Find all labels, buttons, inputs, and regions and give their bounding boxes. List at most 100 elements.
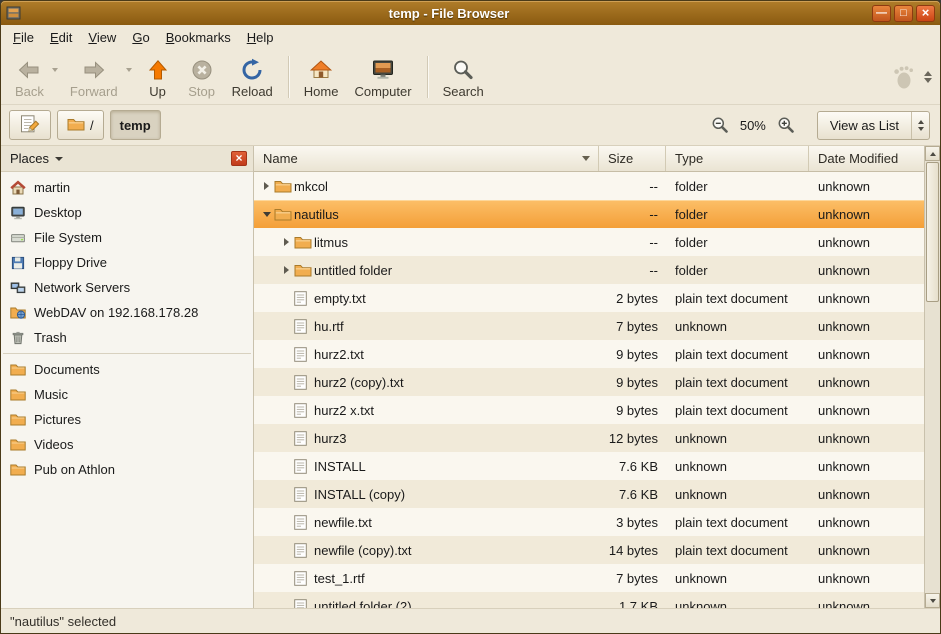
text-file-icon xyxy=(293,431,314,446)
column-header-size[interactable]: Size xyxy=(599,146,666,171)
sidebar-item-documents[interactable]: Documents xyxy=(1,357,253,382)
toolbar-overflow-icon[interactable] xyxy=(922,69,934,85)
folder-icon xyxy=(10,362,27,378)
zoom-in-button[interactable] xyxy=(775,114,797,136)
sidebar-item-floppy-drive[interactable]: Floppy Drive xyxy=(1,250,253,275)
folder-icon xyxy=(293,235,314,249)
minimize-button[interactable]: — xyxy=(872,5,891,22)
menu-item-go[interactable]: Go xyxy=(124,27,157,48)
type-cell: unknown xyxy=(666,452,809,480)
reload-icon xyxy=(240,57,264,83)
places-selector[interactable]: Places xyxy=(7,151,63,166)
path-root-label: / xyxy=(90,118,94,133)
file-row-newfile-copy-txt[interactable]: newfile (copy).txt14 bytesplain text doc… xyxy=(254,536,924,564)
size-cell: -- xyxy=(599,172,666,200)
column-header-name[interactable]: Name xyxy=(254,146,599,171)
scrollbar-thumb[interactable] xyxy=(926,162,939,302)
sidebar-item-martin[interactable]: martin xyxy=(1,175,253,200)
path-current-button[interactable]: temp xyxy=(110,110,161,140)
menu-item-view[interactable]: View xyxy=(80,27,124,48)
menu-item-bookmarks[interactable]: Bookmarks xyxy=(158,27,239,48)
computer-button[interactable]: Computer xyxy=(346,53,419,101)
file-row-newfile-txt[interactable]: newfile.txt3 bytesplain text documentunk… xyxy=(254,508,924,536)
scroll-down-button[interactable] xyxy=(925,593,940,608)
menu-item-file[interactable]: File xyxy=(5,27,42,48)
file-row-untitled-folder[interactable]: untitled folder--folderunknown xyxy=(254,256,924,284)
window-icon xyxy=(6,6,26,20)
date-modified-cell: unknown xyxy=(809,256,924,284)
scroll-up-button[interactable] xyxy=(925,146,940,161)
column-header-type[interactable]: Type xyxy=(666,146,809,171)
file-row-hurz2-txt[interactable]: hurz2.txt9 bytesplain text documentunkno… xyxy=(254,340,924,368)
search-button[interactable]: Search xyxy=(435,53,492,101)
date-modified-cell: unknown xyxy=(809,340,924,368)
type-cell: unknown xyxy=(666,424,809,452)
expander-icon[interactable] xyxy=(260,182,273,190)
column-header-date-modified[interactable]: Date Modified xyxy=(809,146,924,171)
expander-icon[interactable] xyxy=(280,238,293,246)
location-bar: / temp 50% View as List xyxy=(1,105,940,146)
size-cell: 1.7 KB xyxy=(599,592,666,608)
reload-button[interactable]: Reload xyxy=(224,53,281,101)
folder-icon xyxy=(10,462,27,478)
expander-icon[interactable] xyxy=(260,212,273,217)
file-row-mkcol[interactable]: mkcol--folderunknown xyxy=(254,172,924,200)
file-row-empty-txt[interactable]: empty.txt2 bytesplain text documentunkno… xyxy=(254,284,924,312)
date-modified-cell: unknown xyxy=(809,368,924,396)
view-mode-select[interactable]: View as List xyxy=(817,111,930,140)
zoom-out-button[interactable] xyxy=(709,114,731,136)
home-icon xyxy=(10,180,27,196)
scrollbar-trough[interactable] xyxy=(925,161,940,593)
sidebar-item-pictures[interactable]: Pictures xyxy=(1,407,253,432)
size-cell: 7.6 KB xyxy=(599,452,666,480)
menu-item-edit[interactable]: Edit xyxy=(42,27,80,48)
size-cell: -- xyxy=(599,256,666,284)
sidebar-item-network-servers[interactable]: Network Servers xyxy=(1,275,253,300)
sidebar-item-desktop[interactable]: Desktop xyxy=(1,200,253,225)
file-list: NameSizeTypeDate Modified mkcol--folderu… xyxy=(254,146,924,608)
file-row-hurz3[interactable]: hurz312 bytesunknownunknown xyxy=(254,424,924,452)
date-modified-cell: unknown xyxy=(809,564,924,592)
size-cell: 9 bytes xyxy=(599,396,666,424)
sidebar-item-music[interactable]: Music xyxy=(1,382,253,407)
home-button[interactable]: Home xyxy=(296,53,347,101)
file-row-test-1-rtf[interactable]: test_1.rtf7 bytesunknownunknown xyxy=(254,564,924,592)
size-cell: 7 bytes xyxy=(599,312,666,340)
type-cell: folder xyxy=(666,172,809,200)
toggle-location-entry-button[interactable] xyxy=(9,110,51,140)
date-modified-cell: unknown xyxy=(809,480,924,508)
titlebar[interactable]: temp - File Browser — □ × xyxy=(1,1,940,25)
file-row-install[interactable]: INSTALL7.6 KBunknownunknown xyxy=(254,452,924,480)
file-row-untitled-folder-2[interactable]: untitled folder (2)1.7 KBunknownunknown xyxy=(254,592,924,608)
file-row-hurz2-copy-txt[interactable]: hurz2 (copy).txt9 bytesplain text docume… xyxy=(254,368,924,396)
maximize-button[interactable]: □ xyxy=(894,5,913,22)
folder-icon xyxy=(67,117,85,134)
combo-arrows-icon xyxy=(911,112,929,139)
size-cell: 7.6 KB xyxy=(599,480,666,508)
path-root-button[interactable]: / xyxy=(57,110,104,140)
vertical-scrollbar[interactable] xyxy=(924,146,940,608)
menubar: FileEditViewGoBookmarksHelp xyxy=(1,25,940,50)
file-row-install-copy[interactable]: INSTALL (copy)7.6 KBunknownunknown xyxy=(254,480,924,508)
text-file-icon xyxy=(293,291,314,306)
forward-button: Forward xyxy=(62,53,126,101)
text-file-icon xyxy=(293,487,314,502)
sidebar-item-file-system[interactable]: File System xyxy=(1,225,253,250)
drive-icon xyxy=(10,230,27,246)
up-button[interactable]: Up xyxy=(136,53,180,101)
expander-icon[interactable] xyxy=(280,266,293,274)
file-row-hurz2-x-txt[interactable]: hurz2 x.txt9 bytesplain text documentunk… xyxy=(254,396,924,424)
close-button[interactable]: × xyxy=(916,5,935,22)
places-title: Places xyxy=(10,151,49,166)
date-modified-cell: unknown xyxy=(809,200,924,228)
file-row-hu-rtf[interactable]: hu.rtf7 bytesunknownunknown xyxy=(254,312,924,340)
sidebar-item-pub-on-athlon[interactable]: Pub on Athlon xyxy=(1,457,253,482)
menu-item-help[interactable]: Help xyxy=(239,27,282,48)
sidebar-item-trash[interactable]: Trash xyxy=(1,325,253,350)
sidebar-item-videos[interactable]: Videos xyxy=(1,432,253,457)
sidebar-close-button[interactable]: × xyxy=(231,151,247,166)
text-file-icon xyxy=(293,375,314,390)
sidebar-item-webdav-on-192-168-178-28[interactable]: WebDAV on 192.168.178.28 xyxy=(1,300,253,325)
file-row-nautilus[interactable]: nautilus--folderunknown xyxy=(254,200,924,228)
file-row-litmus[interactable]: litmus--folderunknown xyxy=(254,228,924,256)
